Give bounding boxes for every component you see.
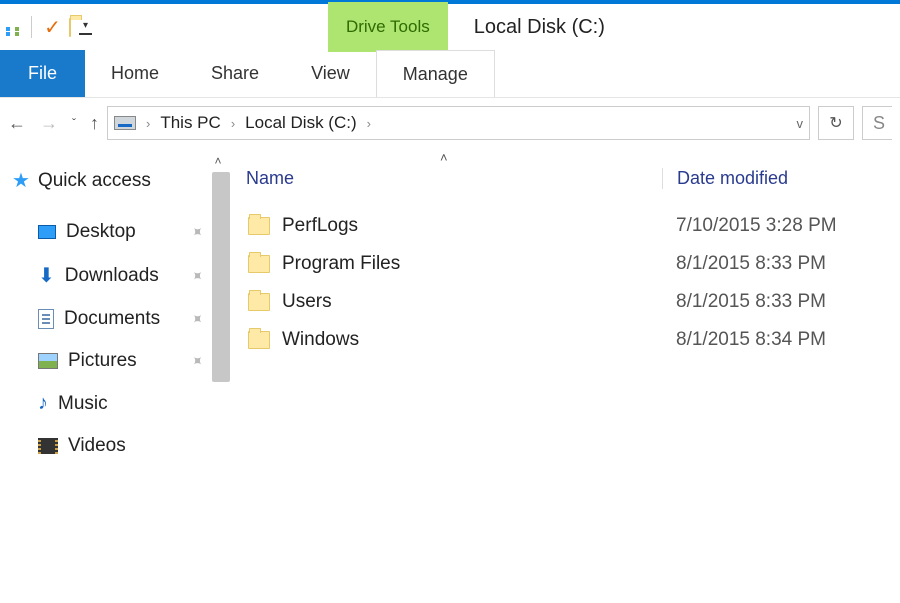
nav-buttons: ← → ˇ ↑ bbox=[8, 113, 99, 134]
refresh-icon: ↻ bbox=[829, 113, 842, 133]
folder-icon bbox=[248, 217, 270, 235]
quick-access-header[interactable]: ★ Quick access bbox=[12, 168, 230, 193]
navigation-bar: ← → ˇ ↑ › This PC › Local Disk (C:) › v … bbox=[0, 98, 900, 148]
pin-icon: ✦ bbox=[187, 221, 209, 243]
sidebar-item-label: Downloads bbox=[65, 265, 159, 287]
quick-access-toolbar: ✓ ▾ bbox=[6, 15, 92, 40]
sidebar-item-videos[interactable]: Videos bbox=[12, 425, 230, 467]
tab-label: Home bbox=[111, 63, 159, 84]
up-button[interactable]: ↑ bbox=[90, 113, 99, 134]
file-tab[interactable]: File bbox=[0, 50, 85, 97]
back-button[interactable]: ← bbox=[8, 113, 26, 134]
video-icon bbox=[38, 438, 58, 454]
folder-icon bbox=[248, 255, 270, 273]
window-title: Local Disk (C:) bbox=[474, 16, 605, 39]
drive-tools-label: Drive Tools bbox=[346, 17, 430, 37]
sidebar-item-downloads[interactable]: ⬇ Downloads ✦ bbox=[12, 253, 230, 298]
chevron-right-icon[interactable]: › bbox=[367, 116, 371, 131]
contextual-tab-drive-tools[interactable]: Drive Tools bbox=[328, 2, 448, 52]
chevron-right-icon[interactable]: › bbox=[146, 116, 150, 131]
search-placeholder: S bbox=[873, 113, 885, 134]
tab-label: Manage bbox=[403, 64, 468, 85]
file-date: 8/1/2015 8:33 PM bbox=[662, 253, 826, 275]
file-date: 7/10/2015 3:28 PM bbox=[662, 215, 837, 237]
drive-icon bbox=[114, 116, 136, 130]
ribbon-tabs: File Home Share View Manage bbox=[0, 50, 900, 98]
star-icon: ★ bbox=[12, 168, 30, 193]
title-bar: ✓ ▾ Drive Tools Local Disk (C:) bbox=[0, 0, 900, 50]
file-name: Windows bbox=[282, 329, 359, 351]
explorer-icon bbox=[6, 18, 19, 36]
music-icon: ♪ bbox=[38, 392, 48, 415]
document-icon bbox=[38, 309, 54, 329]
breadcrumb-item[interactable]: Local Disk (C:) bbox=[245, 113, 356, 133]
tab-view[interactable]: View bbox=[285, 50, 376, 97]
tab-home[interactable]: Home bbox=[85, 50, 185, 97]
tab-share[interactable]: Share bbox=[185, 50, 285, 97]
sidebar-item-label: Desktop bbox=[66, 221, 136, 243]
column-headers: Name Date modified bbox=[242, 162, 900, 207]
sort-indicator-icon: ˄ bbox=[440, 150, 448, 165]
download-icon: ⬇ bbox=[38, 263, 55, 288]
recent-locations-dropdown[interactable]: ˇ bbox=[72, 116, 76, 130]
pictures-icon bbox=[38, 353, 58, 369]
pin-icon: ✦ bbox=[187, 350, 209, 372]
scrollbar-thumb[interactable] bbox=[212, 172, 230, 382]
folder-icon bbox=[248, 293, 270, 311]
tab-label: Share bbox=[211, 63, 259, 84]
search-input[interactable]: S bbox=[862, 106, 892, 140]
chevron-right-icon[interactable]: › bbox=[231, 116, 235, 131]
refresh-button[interactable]: ↻ bbox=[818, 106, 854, 140]
file-name: PerfLogs bbox=[282, 215, 358, 237]
list-item[interactable]: Users 8/1/2015 8:33 PM bbox=[242, 283, 900, 321]
properties-icon[interactable]: ✓ bbox=[44, 15, 61, 40]
navigation-pane: ˄ ★ Quick access Desktop ✦ ⬇Downloads ✦ … bbox=[0, 148, 230, 603]
sidebar-item-music[interactable]: ♪ Music bbox=[12, 382, 230, 425]
column-header-date[interactable]: Date modified bbox=[662, 168, 788, 189]
desktop-icon bbox=[38, 225, 56, 239]
sidebar-item-label: Documents bbox=[64, 308, 160, 330]
file-name: Users bbox=[282, 291, 332, 313]
separator bbox=[31, 16, 32, 38]
sidebar-item-pictures[interactable]: Pictures ✦ bbox=[12, 340, 230, 382]
column-header-name[interactable]: Name bbox=[242, 168, 662, 189]
qat-dropdown-icon[interactable]: ▾ bbox=[79, 19, 92, 35]
quick-access-label: Quick access bbox=[38, 170, 151, 192]
scroll-up-icon[interactable]: ˄ bbox=[208, 154, 228, 168]
tab-label: View bbox=[311, 63, 350, 84]
sidebar-item-label: Music bbox=[58, 393, 108, 415]
file-list-pane: ˄ Name Date modified PerfLogs 7/10/2015 … bbox=[230, 148, 900, 603]
explorer-body: ˄ ★ Quick access Desktop ✦ ⬇Downloads ✦ … bbox=[0, 148, 900, 603]
sidebar-item-label: Pictures bbox=[68, 350, 137, 372]
list-item[interactable]: Program Files 8/1/2015 8:33 PM bbox=[242, 245, 900, 283]
file-tab-label: File bbox=[28, 63, 57, 84]
list-item[interactable]: PerfLogs 7/10/2015 3:28 PM bbox=[242, 207, 900, 245]
tab-manage[interactable]: Manage bbox=[376, 50, 495, 97]
address-bar[interactable]: › This PC › Local Disk (C:) › v bbox=[107, 106, 810, 140]
pin-icon: ✦ bbox=[187, 265, 209, 287]
forward-button[interactable]: → bbox=[40, 113, 58, 134]
list-item[interactable]: Windows 8/1/2015 8:34 PM bbox=[242, 321, 900, 359]
pin-icon: ✦ bbox=[187, 308, 209, 330]
file-date: 8/1/2015 8:33 PM bbox=[662, 291, 826, 313]
file-date: 8/1/2015 8:34 PM bbox=[662, 329, 826, 351]
sidebar-item-desktop[interactable]: Desktop ✦ bbox=[12, 211, 230, 253]
sidebar-item-label: Videos bbox=[68, 435, 126, 457]
folder-icon bbox=[248, 331, 270, 349]
new-folder-icon[interactable] bbox=[69, 19, 71, 36]
breadcrumb-item[interactable]: This PC bbox=[160, 113, 220, 133]
address-dropdown-icon[interactable]: v bbox=[797, 116, 804, 131]
sidebar-item-documents[interactable]: Documents ✦ bbox=[12, 298, 230, 340]
file-name: Program Files bbox=[282, 253, 400, 275]
